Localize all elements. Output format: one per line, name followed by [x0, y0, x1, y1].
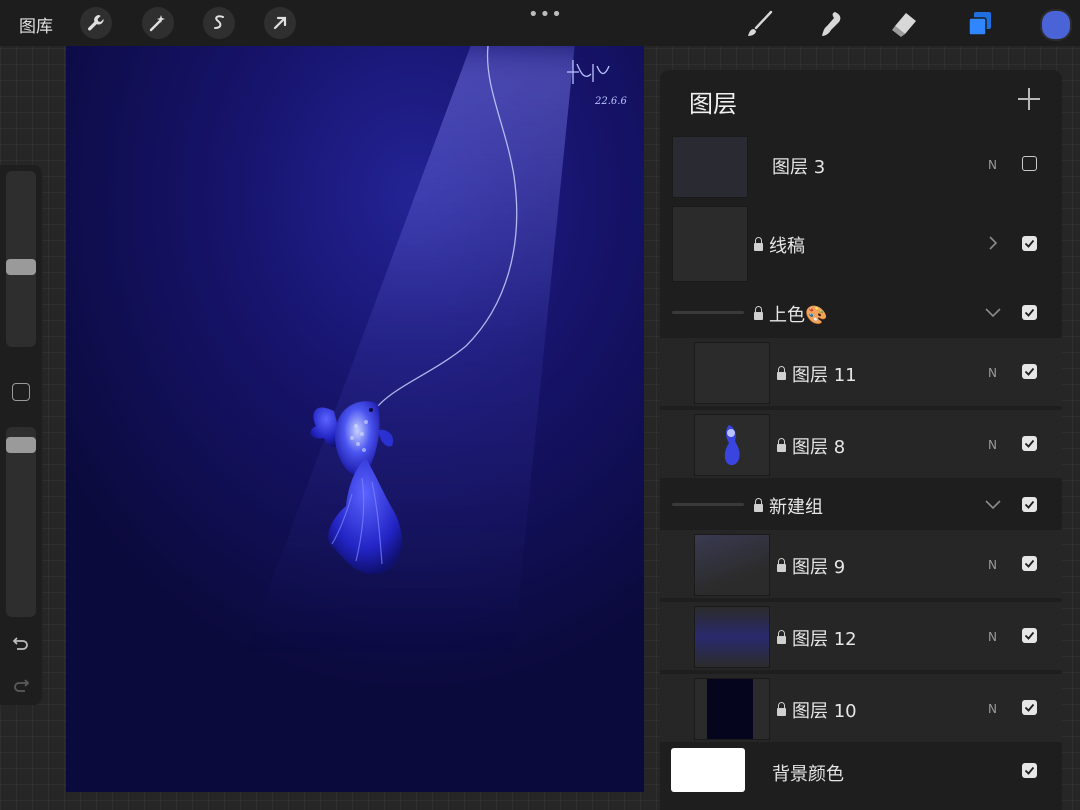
group-thumbnail: [672, 206, 748, 282]
blend-mode[interactable]: N: [988, 558, 997, 572]
blend-mode[interactable]: N: [988, 158, 997, 172]
brush-size-thumb[interactable]: [6, 259, 36, 275]
goldfish: [310, 401, 402, 574]
visibility-checkbox[interactable]: [1022, 497, 1037, 512]
transform-arrow-icon[interactable]: [264, 7, 296, 39]
group-indicator: [672, 311, 744, 314]
background-color-row[interactable]: 背景颜色: [660, 746, 1062, 800]
layer-name: 图层 11: [777, 361, 857, 387]
visibility-checkbox[interactable]: [1022, 305, 1037, 320]
visibility-checkbox[interactable]: [1022, 556, 1037, 571]
layer-row[interactable]: 图层 11 N: [660, 338, 1062, 406]
eraser-icon[interactable]: [888, 8, 920, 40]
visibility-checkbox[interactable]: [1022, 763, 1037, 778]
top-toolbar: 图库 •••: [0, 0, 1080, 46]
panel-title: 图层: [689, 90, 737, 118]
layer-row[interactable]: 图层 8 N: [660, 410, 1062, 478]
brush-icon[interactable]: [744, 8, 776, 40]
group-name: 新建组: [754, 493, 823, 519]
color-picker-button[interactable]: [1040, 9, 1072, 41]
lock-icon: [754, 306, 763, 320]
opacity-slider[interactable]: [6, 427, 36, 617]
layer-name: 图层 3: [772, 157, 826, 178]
more-options-button[interactable]: •••: [528, 4, 563, 25]
magic-wand-icon[interactable]: [142, 7, 174, 39]
brush-size-slider[interactable]: [6, 171, 36, 347]
lock-icon: [777, 558, 786, 572]
layer-name: 背景颜色: [772, 764, 844, 785]
lock-icon: [777, 366, 786, 380]
layer-name: 图层 10: [777, 697, 857, 723]
lock-icon: [777, 438, 786, 452]
layer-name: 图层 12: [777, 625, 857, 651]
layer-group-row[interactable]: 上色🎨: [660, 292, 1062, 332]
layer-thumbnail: [694, 342, 770, 404]
background-color-swatch[interactable]: [671, 748, 745, 792]
lock-icon: [777, 702, 786, 716]
redo-icon[interactable]: [10, 675, 32, 695]
visibility-checkbox[interactable]: [1022, 628, 1037, 643]
chevron-right-icon[interactable]: [984, 234, 1002, 252]
signature-date: 22.6.6: [594, 96, 627, 107]
layer-group-row[interactable]: 线稿: [660, 202, 1062, 286]
blend-mode[interactable]: N: [988, 702, 997, 716]
blend-mode[interactable]: N: [988, 366, 997, 380]
layer-row[interactable]: 图层 10 N: [660, 674, 1062, 742]
blend-mode[interactable]: N: [988, 438, 997, 452]
layers-panel: 图层 图层 3 N 线稿 上色🎨 图层 11 N 图层 8 N 新建组 图层 9…: [660, 70, 1062, 810]
visibility-checkbox[interactable]: [1022, 364, 1037, 379]
layer-group-row[interactable]: 新建组: [660, 484, 1062, 524]
visibility-checkbox[interactable]: [1022, 156, 1037, 171]
layer-thumbnail: [694, 678, 770, 740]
add-layer-icon[interactable]: [1016, 86, 1042, 112]
layer-thumbnail: [694, 534, 770, 596]
layer-thumbnail: [672, 136, 748, 198]
group-indicator: [672, 503, 744, 506]
artwork: [310, 46, 518, 574]
drawing-canvas[interactable]: 22.6.6: [66, 46, 644, 792]
visibility-checkbox[interactable]: [1022, 236, 1037, 251]
layer-name: 图层 8: [777, 433, 845, 459]
visibility-checkbox[interactable]: [1022, 700, 1037, 715]
undo-icon[interactable]: [10, 633, 32, 653]
layer-thumbnail: [694, 606, 770, 668]
blend-mode[interactable]: N: [988, 630, 997, 644]
layer-row[interactable]: 图层 12 N: [660, 602, 1062, 670]
artist-signature: 22.6.6: [563, 54, 643, 114]
layer-name: 图层 9: [777, 553, 845, 579]
chevron-down-icon[interactable]: [984, 495, 1002, 513]
lock-icon: [777, 630, 786, 644]
opacity-thumb[interactable]: [6, 437, 36, 453]
layers-icon[interactable]: [964, 8, 996, 40]
chevron-down-icon[interactable]: [984, 303, 1002, 321]
layer-thumbnail: [694, 414, 770, 476]
group-name: 上色🎨: [754, 301, 827, 327]
wrench-icon[interactable]: [80, 7, 112, 39]
visibility-checkbox[interactable]: [1022, 436, 1037, 451]
layer-row[interactable]: 图层 3 N: [660, 132, 1062, 198]
lock-icon: [754, 237, 763, 251]
smudge-icon[interactable]: [816, 8, 848, 40]
selection-icon[interactable]: [203, 7, 235, 39]
gallery-button[interactable]: 图库: [19, 12, 53, 37]
lock-icon: [754, 498, 763, 512]
left-sidebar: [0, 165, 42, 705]
group-name: 线稿: [754, 232, 805, 258]
layer-row[interactable]: 图层 9 N: [660, 530, 1062, 598]
modify-button[interactable]: [12, 383, 30, 401]
